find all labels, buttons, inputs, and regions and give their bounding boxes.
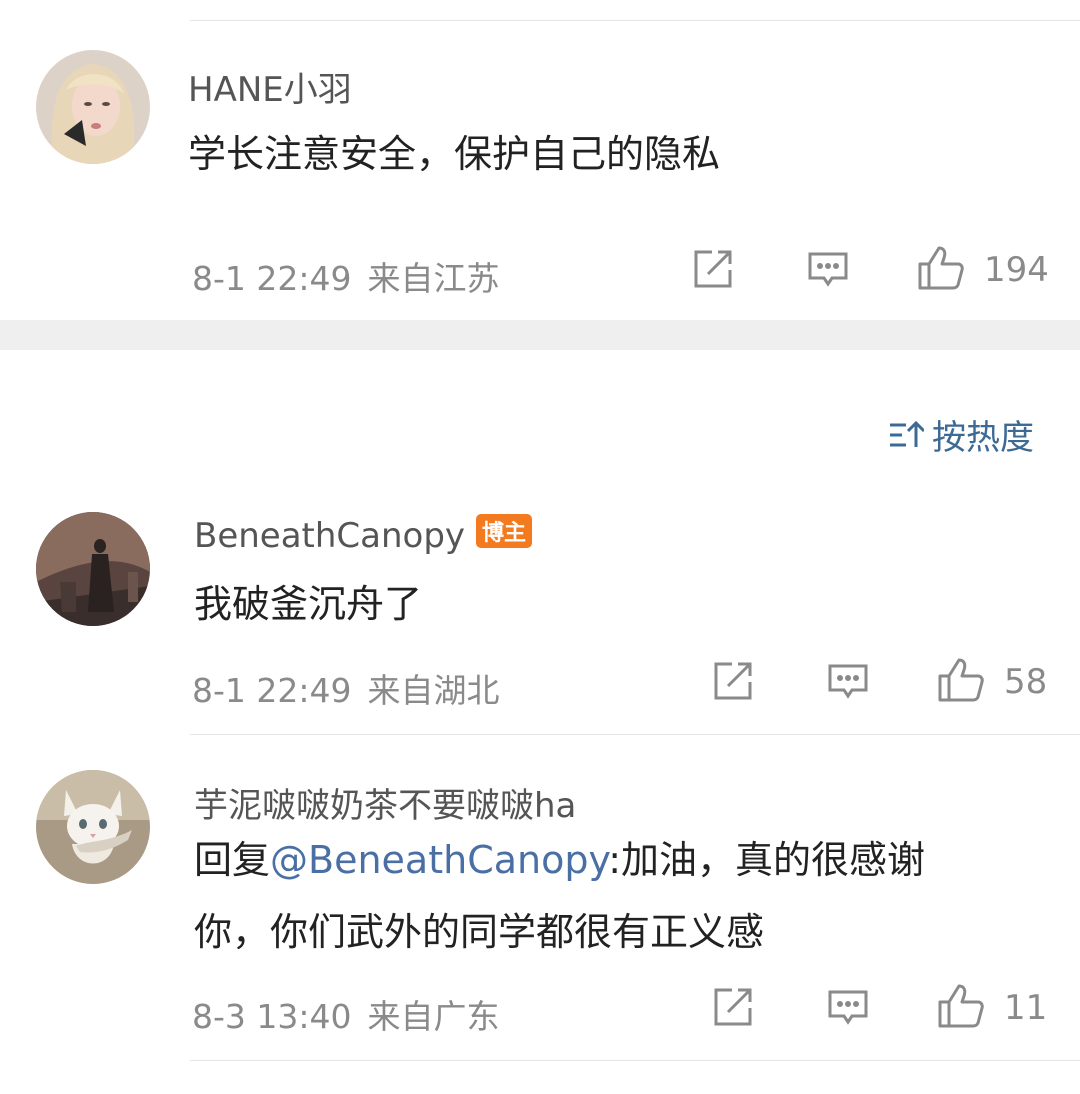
avatar-white-cat-image: [36, 770, 150, 884]
comment-time: 8-3 13:40: [192, 997, 352, 1036]
avatar[interactable]: [36, 50, 150, 164]
comment-username[interactable]: HANE小羽: [188, 62, 352, 111]
comment-meta: 8-1 22:49 来自湖北: [192, 664, 500, 712]
thumbs-up-icon: [918, 246, 964, 290]
comment-location: 来自广东: [367, 997, 500, 1036]
comment-username[interactable]: BeneathCanopy: [194, 516, 465, 556]
comment-text-line1: :加油，真的很感谢: [608, 838, 926, 882]
like-button[interactable]: [916, 244, 966, 292]
comment-button[interactable]: [826, 986, 870, 1030]
comment-icon: [808, 252, 848, 287]
author-badge: 博主: [476, 514, 532, 548]
thumbs-up-icon: [938, 984, 984, 1028]
avatar[interactable]: [36, 512, 150, 626]
comment-text: 回复@BeneathCanopy:加油，真的很感谢: [194, 828, 925, 892]
comment-location: 来自湖北: [367, 671, 500, 710]
sort-icon: [890, 420, 924, 447]
comment-button[interactable]: [806, 248, 850, 292]
comment-icon: [828, 990, 868, 1025]
mention-link[interactable]: @BeneathCanopy: [270, 838, 608, 882]
row-divider: [190, 734, 1080, 735]
row-divider: [190, 1060, 1080, 1061]
like-count: 58: [1004, 662, 1048, 702]
comment-location: 来自江苏: [367, 259, 500, 298]
like-button[interactable]: [936, 656, 986, 704]
like-count: 194: [984, 250, 1049, 290]
share-button[interactable]: [690, 248, 736, 292]
comment-text-line2: 你，你们武外的同学都很有正义感: [194, 910, 765, 954]
section-separator: [0, 320, 1080, 350]
avatar-stage-performer-image: [36, 512, 150, 626]
share-button[interactable]: [710, 660, 756, 704]
comment-meta: 8-3 13:40 来自广东: [192, 990, 500, 1038]
avatar-blonde-woman-image: [36, 50, 150, 164]
share-icon: [714, 662, 752, 700]
share-icon: [694, 250, 732, 288]
comment-meta: 8-1 22:49 来自江苏: [192, 252, 500, 300]
sort-toggle[interactable]: 按热度: [888, 410, 1034, 459]
thumbs-up-icon: [938, 658, 984, 702]
share-icon: [714, 988, 752, 1026]
avatar[interactable]: [36, 770, 150, 884]
comment-time: 8-1 22:49: [192, 259, 352, 298]
reply-prefix: 回复: [194, 838, 271, 882]
like-count: 11: [1004, 988, 1048, 1028]
comment-text: 我破釜沉舟了: [194, 582, 423, 626]
comment-time: 8-1 22:49: [192, 671, 352, 710]
top-divider: [190, 20, 1080, 21]
comment-text: 学长注意安全，保护自己的隐私: [188, 132, 721, 176]
comment-button[interactable]: [826, 660, 870, 704]
sort-label: 按热度: [932, 418, 1034, 458]
share-button[interactable]: [710, 986, 756, 1030]
comment-icon: [828, 664, 868, 699]
like-button[interactable]: [936, 982, 986, 1030]
comment-username[interactable]: 芋泥啵啵奶茶不要啵啵ha: [194, 778, 576, 827]
